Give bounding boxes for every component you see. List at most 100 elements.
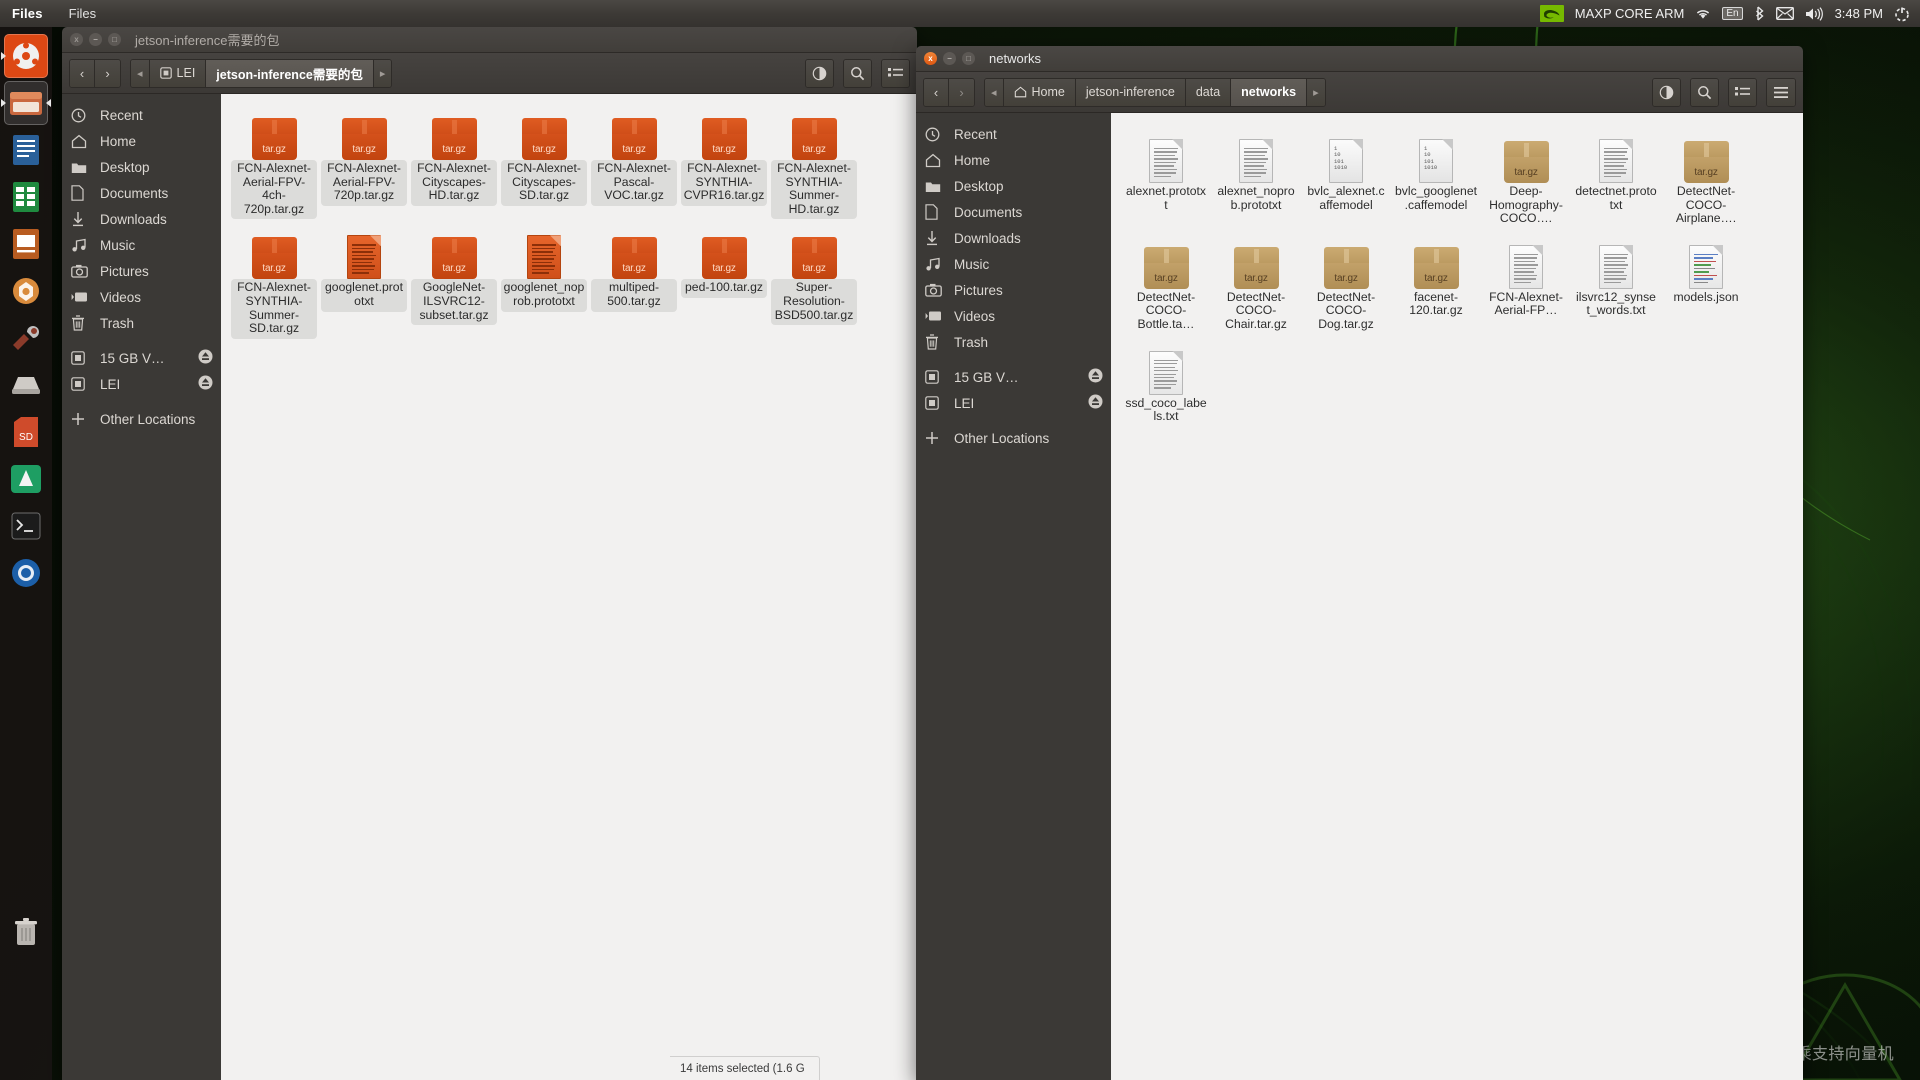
file-item[interactable]: models.json — [1661, 233, 1751, 335]
file-item[interactable]: tar.gz DetectNet-COCO-Dog.tar.gz — [1301, 233, 1391, 335]
bluetooth-icon[interactable] — [1754, 6, 1765, 21]
window1-maximize-button[interactable]: □ — [108, 33, 121, 46]
window2-forward-button[interactable]: › — [949, 78, 974, 106]
launcher-ubuntu-dash-icon[interactable] — [1, 34, 48, 78]
window1-forward-button[interactable]: › — [95, 59, 120, 87]
window2-crumb-data[interactable]: data — [1185, 78, 1232, 106]
file-item[interactable]: tar.gz DetectNet-COCO-Bottle.ta… — [1121, 233, 1211, 335]
sidebar-item-downloads[interactable]: Downloads — [62, 206, 221, 232]
power-icon[interactable] — [1894, 6, 1910, 22]
launcher-sd-card-icon[interactable]: SD — [4, 410, 48, 454]
sidebar-item-videos[interactable]: Videos — [916, 303, 1111, 329]
clock[interactable]: 3:48 PM — [1835, 6, 1883, 21]
file-item[interactable]: 1 10 101 1010 bvlc_alexnet.caffemodel — [1301, 127, 1391, 229]
sidebar-item-downloads[interactable]: Downloads — [916, 225, 1111, 251]
window2-close-button[interactable]: x — [924, 52, 937, 65]
launcher-vlc-icon[interactable] — [4, 457, 48, 501]
sidebar-item-pictures[interactable]: Pictures — [916, 277, 1111, 303]
window1-crumb-next-arrow[interactable]: ▸ — [373, 59, 392, 87]
file-item[interactable]: tar.gz FCN-Alexnet-Cityscapes-HD.tar.gz — [409, 104, 499, 219]
file-item[interactable]: tar.gz FCN-Alexnet-Aerial-FPV-4ch-720p.ta… — [229, 104, 319, 220]
window2-maximize-button[interactable]: □ — [962, 52, 975, 65]
file-item[interactable]: alexnet_noprob.prototxt — [1211, 127, 1301, 229]
file-item[interactable]: tar.gz FCN-Alexnet-Pascal-VOC.tar.gz — [589, 104, 679, 219]
file-item[interactable]: FCN-Alexnet-Aerial-FP… — [1481, 233, 1571, 335]
launcher-firefox-icon[interactable] — [4, 551, 48, 595]
file-item[interactable]: tar.gz FCN-Alexnet-Aerial-FPV-720p.tar.gz — [319, 104, 409, 219]
window1-file-area[interactable]: tar.gz FCN-Alexnet-Aerial-FPV-4ch-720p.ta… — [221, 94, 917, 1080]
window1-minimize-button[interactable]: − — [89, 33, 102, 46]
file-item[interactable]: tar.gz GoogleNet-ILSVRC12-subset.tar.gz — [409, 223, 499, 338]
window2-crumb-networks[interactable]: networks — [1231, 78, 1308, 106]
file-item[interactable]: alexnet.prototxt — [1121, 127, 1211, 229]
file-item[interactable]: googlenet_noprob.prototxt — [499, 223, 589, 338]
window1-crumb-lei[interactable]: LEI — [149, 59, 207, 87]
keyboard-indicator[interactable]: En — [1722, 7, 1743, 20]
sidebar-item-desktop[interactable]: Desktop — [916, 173, 1111, 199]
launcher-terminal-icon[interactable] — [4, 504, 48, 548]
eject-icon[interactable] — [1088, 394, 1103, 412]
window2-crumb-jetson-inference[interactable]: jetson-inference — [1075, 78, 1186, 106]
search-icon[interactable] — [1691, 78, 1718, 106]
sidebar-item-trash[interactable]: Trash — [62, 310, 221, 336]
file-item[interactable]: tar.gz DetectNet-COCO-Chair.tar.gz — [1211, 233, 1301, 335]
file-item[interactable]: detectnet.prototxt — [1571, 127, 1661, 229]
window2-titlebar[interactable]: x − □ networks — [916, 46, 1803, 72]
window1-close-button[interactable]: x — [70, 33, 83, 46]
file-item[interactable]: tar.gz DetectNet-COCO-Airplane…. — [1661, 127, 1751, 229]
sidebar-item-documents[interactable]: Documents — [916, 199, 1111, 225]
file-item[interactable]: ilsvrc12_synset_words.txt — [1571, 233, 1661, 335]
window1-titlebar[interactable]: x − □ jetson-inference需要的包 — [62, 27, 917, 53]
sidebar-item-volume-lei[interactable]: LEI — [62, 371, 221, 397]
launcher-system-icon[interactable] — [4, 363, 48, 407]
launcher-trash-icon[interactable] — [4, 910, 48, 954]
sidebar-item-volume-lei[interactable]: LEI — [916, 390, 1111, 416]
sidebar-item-music[interactable]: Music — [62, 232, 221, 258]
sidebar-item-desktop[interactable]: Desktop — [62, 154, 221, 180]
view-options-icon[interactable] — [806, 59, 833, 87]
sidebar-item-home[interactable]: Home — [916, 147, 1111, 173]
hamburger-menu-icon[interactable] — [1767, 78, 1795, 106]
window1-back-button[interactable]: ‹ — [70, 59, 95, 87]
mail-icon[interactable] — [1775, 7, 1794, 20]
view-options-icon[interactable] — [1653, 78, 1680, 106]
wifi-icon[interactable] — [1695, 7, 1711, 20]
eject-icon[interactable] — [198, 349, 213, 367]
window2-minimize-button[interactable]: − — [943, 52, 956, 65]
sidebar-item-documents[interactable]: Documents — [62, 180, 221, 206]
window2-crumb-prev-arrow[interactable]: ◂ — [985, 78, 1004, 106]
sidebar-item-trash[interactable]: Trash — [916, 329, 1111, 355]
launcher-libreoffice-calc-icon[interactable] — [4, 175, 48, 219]
panel-menu-files[interactable]: Files — [57, 6, 108, 21]
file-item[interactable]: ssd_coco_labels.txt — [1121, 339, 1211, 427]
sidebar-item-videos[interactable]: Videos — [62, 284, 221, 310]
list-view-icon[interactable] — [1729, 78, 1756, 106]
file-item[interactable]: tar.gz FCN-Alexnet-SYNTHIA-Summer-SD.tar.… — [229, 223, 319, 339]
file-item[interactable]: tar.gz FCN-Alexnet-SYNTHIA-Summer-HD.tar.… — [769, 104, 859, 220]
sidebar-item-other-locations[interactable]: Other Locations — [62, 406, 221, 432]
panel-app-name[interactable]: Files — [0, 6, 57, 21]
file-item[interactable]: tar.gz Deep-Homography-COCO…. — [1481, 127, 1571, 229]
window2-crumb-home[interactable]: Home — [1003, 78, 1076, 106]
list-view-icon[interactable] — [882, 59, 909, 87]
launcher-settings-icon[interactable] — [4, 316, 48, 360]
sidebar-item-volume-15gb[interactable]: 15 GB V… — [62, 345, 221, 371]
file-item[interactable]: 1 10 101 1010 bvlc_googlenet.caffemodel — [1391, 127, 1481, 229]
sidebar-item-recent[interactable]: Recent — [62, 102, 221, 128]
launcher-files-icon[interactable] — [1, 81, 51, 125]
window1-crumb-prev-arrow[interactable]: ◂ — [131, 59, 150, 87]
launcher-libreoffice-writer-icon[interactable] — [4, 128, 48, 172]
file-item[interactable]: tar.gz FCN-Alexnet-Cityscapes-SD.tar.gz — [499, 104, 589, 219]
launcher-libreoffice-impress-icon[interactable] — [4, 222, 48, 266]
sidebar-item-recent[interactable]: Recent — [916, 121, 1111, 147]
window2-crumb-next-arrow[interactable]: ▸ — [1307, 78, 1325, 106]
eject-icon[interactable] — [198, 375, 213, 393]
sidebar-item-pictures[interactable]: Pictures — [62, 258, 221, 284]
file-item[interactable]: tar.gz ped-100.tar.gz — [679, 223, 769, 338]
file-item[interactable]: tar.gz multiped-500.tar.gz — [589, 223, 679, 338]
search-icon[interactable] — [844, 59, 871, 87]
file-item[interactable]: googlenet.prototxt — [319, 223, 409, 338]
sidebar-item-home[interactable]: Home — [62, 128, 221, 154]
volume-icon[interactable] — [1805, 6, 1824, 21]
sidebar-item-music[interactable]: Music — [916, 251, 1111, 277]
